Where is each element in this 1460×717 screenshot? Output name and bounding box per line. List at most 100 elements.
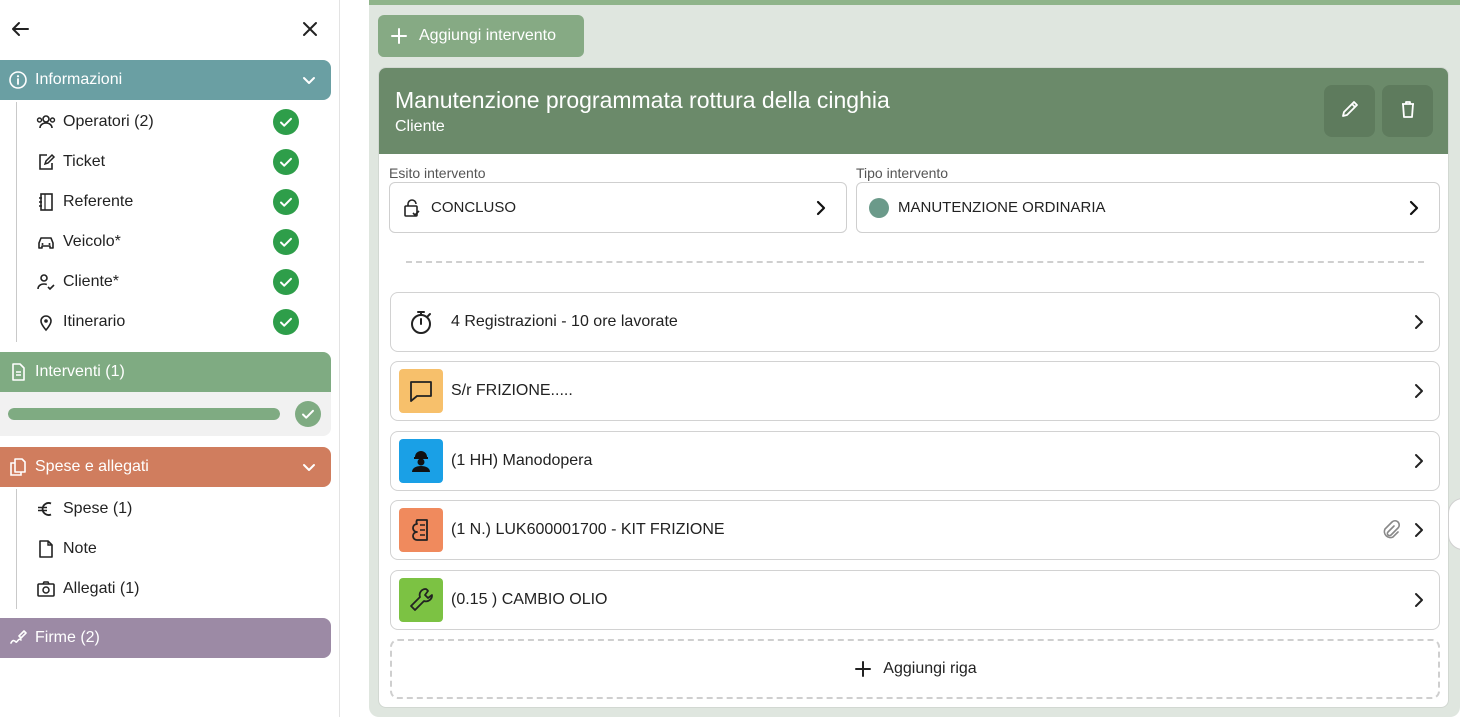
chevron-right-icon <box>1403 197 1425 219</box>
esito-value: CONCLUSO <box>431 199 517 216</box>
section-informazioni-label: Informazioni <box>35 71 123 88</box>
main-panel: Aggiungi intervento Manutenzione program… <box>369 0 1460 717</box>
sidebar-item-spese[interactable]: Spese (1) <box>17 489 317 529</box>
user-check-icon <box>36 272 56 292</box>
add-intervento-button[interactable]: Aggiungi intervento <box>378 15 584 57</box>
contact-book-icon <box>36 192 56 212</box>
sidebar-topbar <box>0 0 340 58</box>
interventi-progress-row <box>0 392 331 436</box>
sidebar-item-label: Spese (1) <box>63 500 133 517</box>
sidebar-item-label: Ticket <box>63 153 106 170</box>
info-icon <box>8 70 28 90</box>
card-subtitle: Cliente <box>395 118 445 135</box>
section-informazioni[interactable]: Informazioni <box>0 60 331 100</box>
check-circle-icon <box>273 269 299 295</box>
chevron-right-icon <box>1409 590 1429 610</box>
sidebar-item-label: Referente <box>63 193 134 210</box>
section-firme[interactable]: Firme (2) <box>0 618 331 658</box>
add-intervento-label: Aggiungi intervento <box>419 27 556 44</box>
row-label: (1 N.) LUK600001700 - KIT FRIZIONE <box>451 521 725 538</box>
note-icon <box>36 539 56 559</box>
euro-icon <box>36 499 56 519</box>
check-circle-icon <box>273 149 299 175</box>
spese-list: Spese (1) Note Allegati (1) <box>16 489 317 609</box>
sidebar-item-note[interactable]: Note <box>17 529 317 569</box>
esito-select[interactable]: CONCLUSO <box>389 182 847 233</box>
progress-bar-fill <box>8 408 280 420</box>
informazioni-list: Operatori (2) Ticket Referente Veicolo* <box>16 102 317 342</box>
tipo-select[interactable]: MANUTENZIONE ORDINARIA <box>856 182 1440 233</box>
map-pin-icon <box>36 312 56 332</box>
delete-button[interactable] <box>1382 85 1433 137</box>
sidebar-item-label: Operatori (2) <box>63 113 154 130</box>
wrench-icon <box>399 578 443 622</box>
chevron-right-icon <box>810 197 832 219</box>
row-label: (0.15 ) CAMBIO OLIO <box>451 591 608 608</box>
row-label: 4 Registrazioni - 10 ore lavorate <box>451 313 678 330</box>
intervento-card: Manutenzione programmata rottura della c… <box>378 67 1449 708</box>
sidebar-item-label: Itinerario <box>63 313 126 330</box>
sidebar-item-cliente[interactable]: Cliente* <box>17 262 317 302</box>
sidebar-item-label: Allegati (1) <box>63 580 140 597</box>
tipo-value: MANUTENZIONE ORDINARIA <box>898 199 1106 216</box>
dashed-separator <box>406 261 1424 263</box>
sidebar-item-label: Note <box>63 540 97 557</box>
check-circle-icon <box>273 189 299 215</box>
plus-icon <box>853 659 873 679</box>
sidebar-item-label: Veicolo* <box>63 233 121 250</box>
cambio-olio-row[interactable]: (0.15 ) CAMBIO OLIO <box>390 570 1440 630</box>
lock-check-icon <box>401 197 423 219</box>
paperclip-icon[interactable] <box>1379 519 1401 541</box>
check-circle-icon <box>295 401 321 427</box>
check-circle-icon <box>273 109 299 135</box>
section-interventi[interactable]: Interventi (1) <box>0 352 331 392</box>
worker-icon <box>399 439 443 483</box>
sidebar-item-ticket[interactable]: Ticket <box>17 142 317 182</box>
section-spese-label: Spese e allegati <box>35 458 149 475</box>
ticket-edit-icon <box>36 152 56 172</box>
top-stripe <box>369 0 1460 5</box>
chevron-right-icon <box>1409 381 1429 401</box>
section-interventi-label: Interventi (1) <box>35 363 125 380</box>
card-header: Manutenzione programmata rottura della c… <box>379 68 1448 154</box>
row-label: S/r FRIZIONE..... <box>451 382 573 399</box>
chevron-right-icon <box>1409 451 1429 471</box>
sidebar-item-operatori[interactable]: Operatori (2) <box>17 102 317 142</box>
check-circle-icon <box>273 229 299 255</box>
card-title: Manutenzione programmata rottura della c… <box>395 87 890 113</box>
row-label: (1 HH) Manodopera <box>451 452 593 469</box>
chevron-right-icon <box>1409 520 1429 540</box>
chevron-down-icon[interactable] <box>299 457 319 477</box>
copy-document-icon <box>8 457 28 477</box>
comment-row[interactable]: S/r FRIZIONE..... <box>390 361 1440 421</box>
sidebar: Informazioni Operatori (2) Ticket Refere… <box>0 0 340 717</box>
pencil-icon <box>1339 98 1361 125</box>
close-icon[interactable] <box>298 17 322 41</box>
document-icon <box>8 362 28 382</box>
edit-button[interactable] <box>1324 85 1375 137</box>
sidebar-item-itinerario[interactable]: Itinerario <box>17 302 317 342</box>
car-icon <box>36 232 56 252</box>
side-drawer-handle[interactable] <box>1448 498 1460 550</box>
back-arrow-icon[interactable] <box>8 17 32 41</box>
plus-icon <box>389 26 409 46</box>
sidebar-item-label: Cliente* <box>63 273 120 290</box>
progress-bar <box>8 408 280 420</box>
section-spese-allegati[interactable]: Spese e allegati <box>0 447 331 487</box>
stopwatch-icon <box>399 300 443 344</box>
users-icon <box>36 112 56 132</box>
sidebar-item-referente[interactable]: Referente <box>17 182 317 222</box>
add-riga-label: Aggiungi riga <box>883 660 977 677</box>
chevron-right-icon <box>1409 312 1429 332</box>
add-riga-button[interactable]: Aggiungi riga <box>390 639 1440 699</box>
kit-frizione-row[interactable]: (1 N.) LUK600001700 - KIT FRIZIONE <box>390 500 1440 560</box>
sidebar-item-allegati[interactable]: Allegati (1) <box>17 569 317 609</box>
check-circle-icon <box>273 309 299 335</box>
parts-icon <box>399 508 443 552</box>
tipo-label: Tipo intervento <box>856 165 949 181</box>
manodopera-row[interactable]: (1 HH) Manodopera <box>390 431 1440 491</box>
chevron-down-icon[interactable] <box>299 70 319 90</box>
registrazioni-row[interactable]: 4 Registrazioni - 10 ore lavorate <box>390 292 1440 352</box>
sidebar-item-veicolo[interactable]: Veicolo* <box>17 222 317 262</box>
comment-icon <box>399 369 443 413</box>
